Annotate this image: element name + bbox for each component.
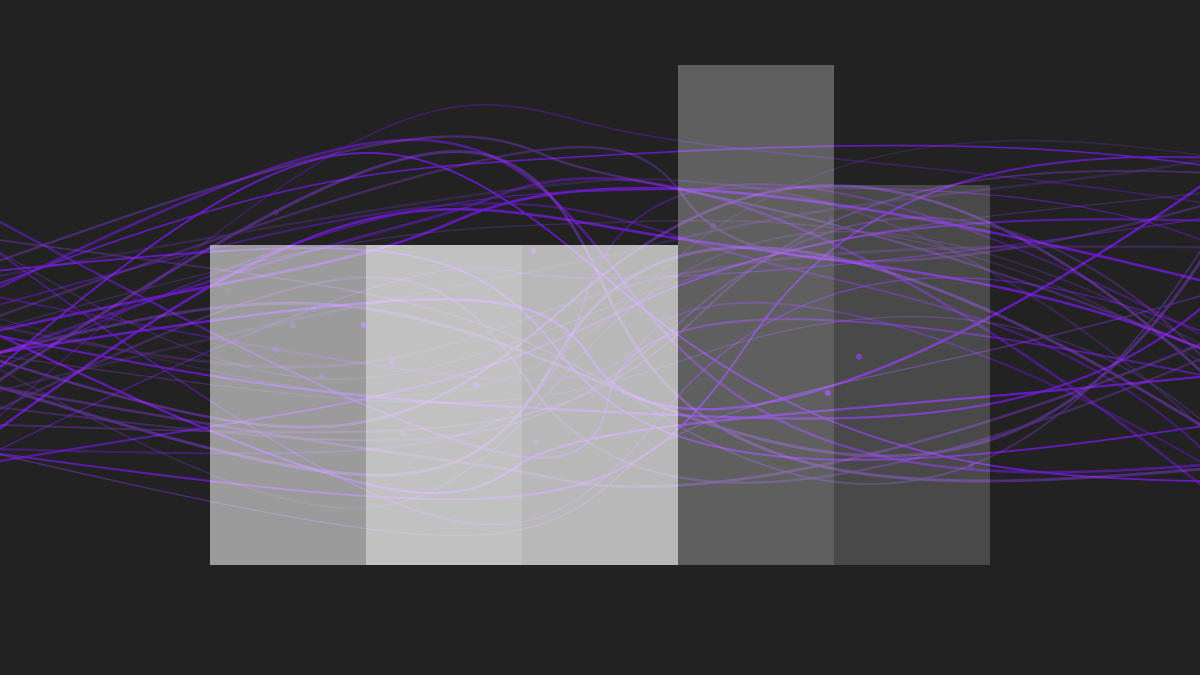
flow-line-endpoint <box>319 374 325 380</box>
flow-line-endpoint <box>225 288 231 294</box>
flow-line <box>0 186 1200 428</box>
flow-line-endpoint <box>311 306 317 312</box>
chart-canvas <box>0 0 1200 675</box>
flow-line <box>0 328 1200 487</box>
flow-line-endpoint <box>828 217 834 223</box>
flow-line-endpoint <box>399 430 405 436</box>
flow-line <box>0 179 1200 463</box>
flow-line <box>0 188 1200 379</box>
flow-line <box>0 317 1200 456</box>
flow-line <box>0 136 1200 364</box>
flow-line <box>0 232 1200 508</box>
flow-lines-front <box>0 0 1200 675</box>
flow-line <box>0 152 1200 481</box>
flow-line <box>0 277 1200 483</box>
flow-line-endpoint <box>273 209 279 215</box>
